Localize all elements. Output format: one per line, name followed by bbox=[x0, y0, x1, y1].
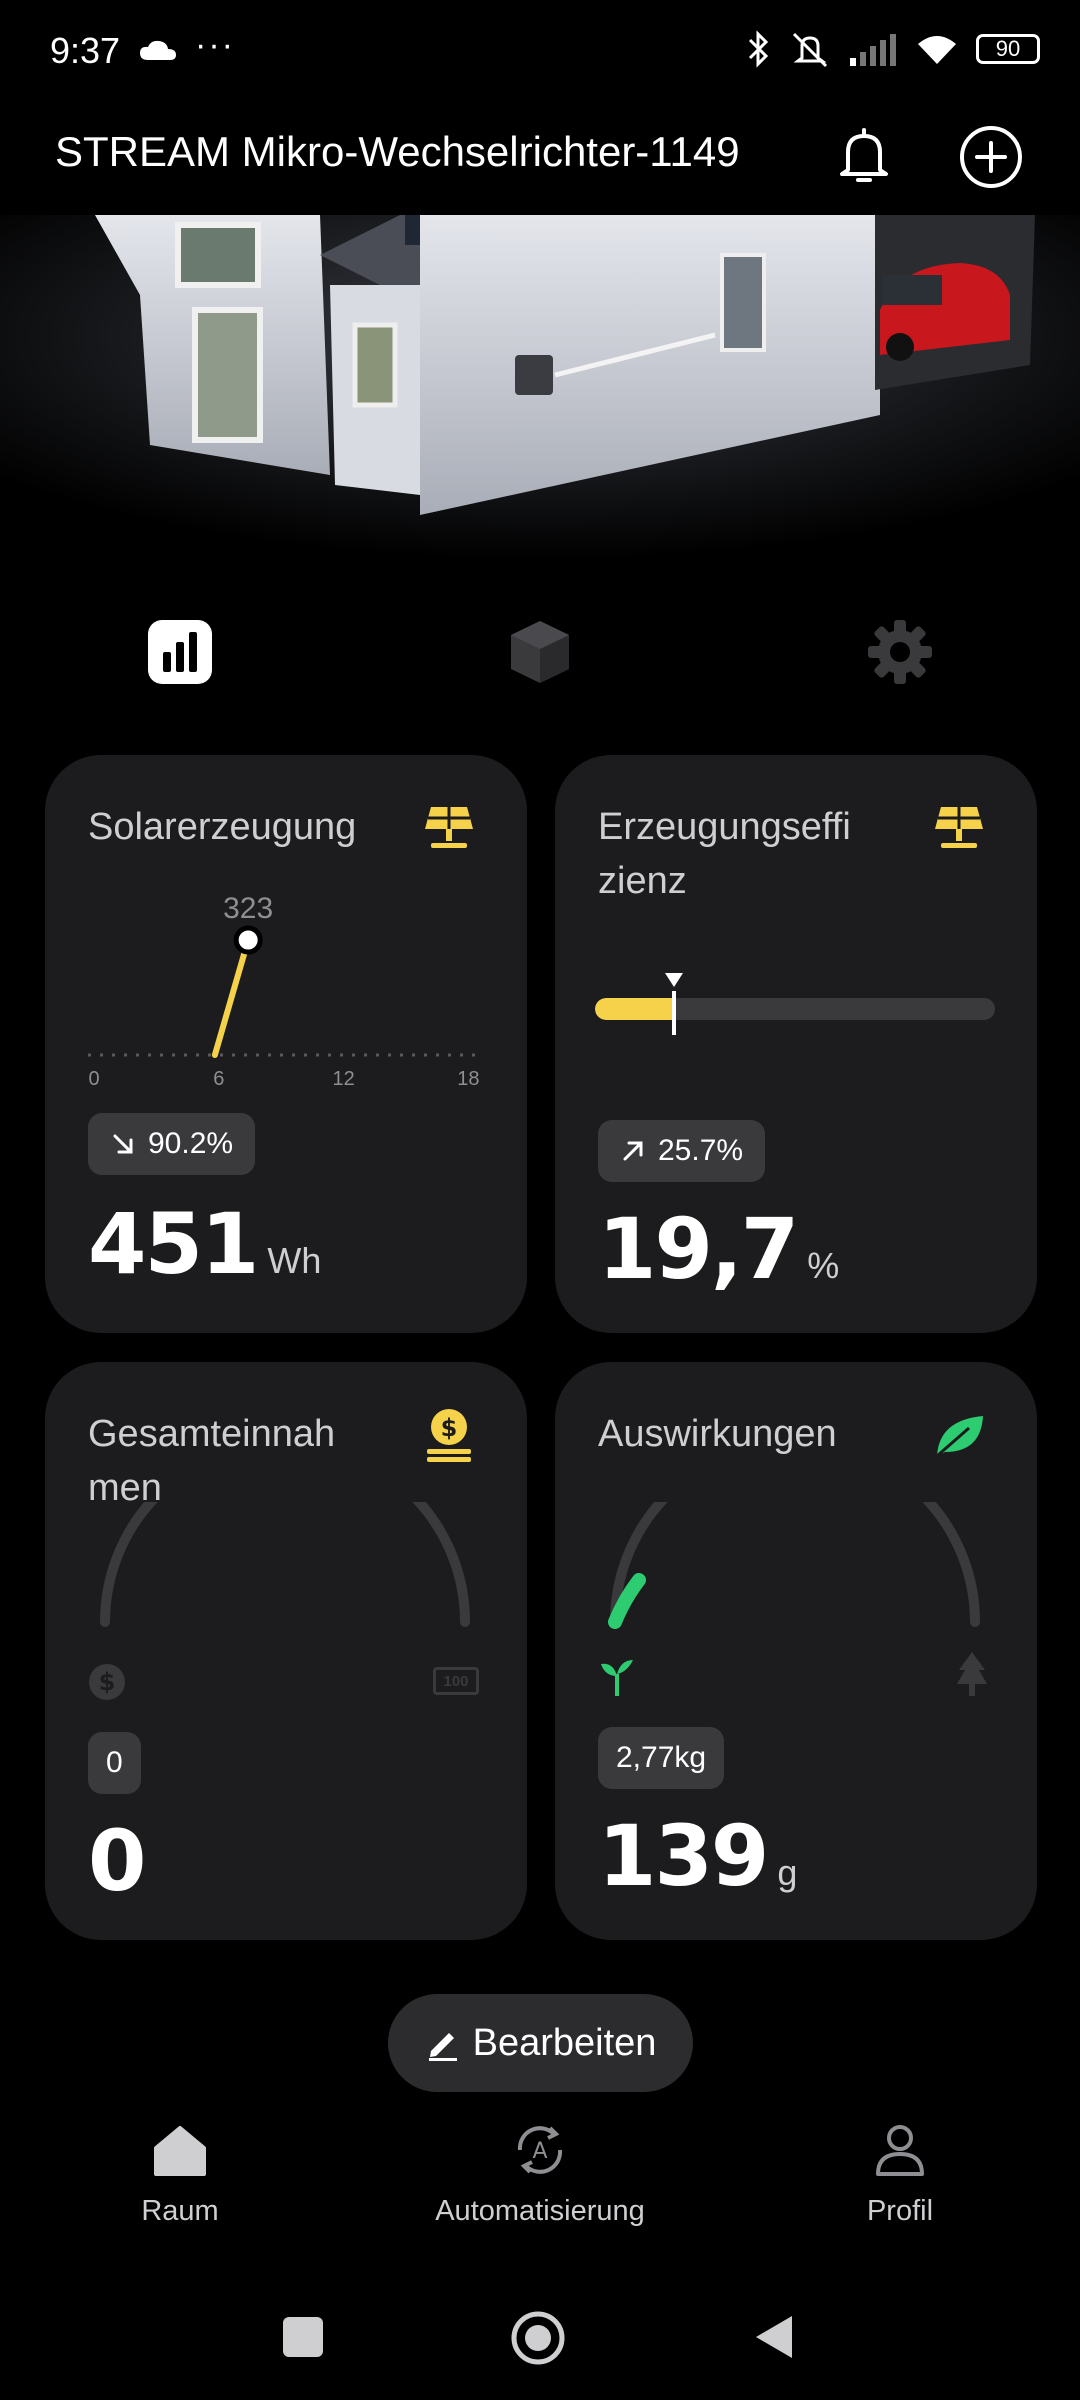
impact-gauge-track bbox=[610, 1502, 980, 1627]
edit-button-label: Bearbeiten bbox=[472, 2021, 657, 2064]
pencil-icon bbox=[428, 2033, 457, 2061]
card-title: Auswirkungen bbox=[598, 1413, 837, 1455]
card-impact[interactable]: Auswirkungen 2,77kg 139 g bbox=[555, 1362, 1037, 1940]
leaf-icon bbox=[936, 1416, 983, 1458]
automation-icon: A bbox=[517, 2126, 563, 2174]
sprout-icon bbox=[601, 1660, 633, 1696]
efficiency-progress-fill bbox=[595, 998, 674, 1020]
nav-item-automation[interactable]: A Automatisierung bbox=[390, 2120, 690, 2228]
nav-item-room[interactable]: Raum bbox=[30, 2120, 330, 2228]
arrow-up-right-icon bbox=[623, 1141, 643, 1161]
nav-label-automation: Automatisierung bbox=[435, 2195, 645, 2227]
back-button[interactable] bbox=[752, 2312, 796, 2362]
gear-icon bbox=[868, 620, 932, 684]
efficiency-change-value: 25.7% bbox=[658, 1134, 744, 1167]
solar-panel-icon bbox=[425, 807, 473, 848]
tab-3d-view[interactable] bbox=[500, 612, 580, 692]
solar-peak-label: 323 bbox=[223, 895, 273, 925]
nav-label-room: Raum bbox=[141, 2195, 219, 2227]
solar-value: 451 bbox=[88, 1195, 259, 1293]
impact-gauge bbox=[608, 1502, 980, 1629]
add-icon[interactable] bbox=[958, 124, 1024, 190]
arrow-down-right-icon bbox=[113, 1134, 133, 1154]
bar-chart-icon bbox=[148, 620, 212, 684]
status-bar: 9:37 ··· 90 bbox=[0, 0, 1080, 110]
solar-value-row: 451 Wh bbox=[88, 1195, 321, 1293]
card-title: Erzeugungseffi zienz bbox=[598, 806, 851, 902]
impact-value-row: 139 g bbox=[598, 1807, 797, 1905]
dollar-icon: $ bbox=[89, 1664, 125, 1700]
x-tick-label: 0 bbox=[88, 1068, 99, 1090]
impact-change-value: 2,77kg bbox=[616, 1741, 707, 1774]
card-title: Gesamteinnah men bbox=[88, 1413, 336, 1509]
signal-icon bbox=[850, 34, 896, 66]
card-solar-generation[interactable]: Solarerzeugung 323 0 6 12 18 90.2% 451 Wh bbox=[45, 755, 527, 1333]
income-change-badge: 0 bbox=[88, 1732, 141, 1794]
tree-icon bbox=[957, 1652, 987, 1696]
bell-icon[interactable] bbox=[832, 124, 896, 188]
efficiency-value-row: 19,7 % bbox=[598, 1200, 839, 1298]
card-title: Solarerzeugung bbox=[88, 806, 357, 848]
bluetooth-icon bbox=[748, 30, 769, 68]
status-icons: 90 bbox=[744, 30, 1040, 68]
efficiency-change-badge: 25.7% bbox=[598, 1120, 766, 1182]
impact-change-badge: 2,77kg bbox=[598, 1727, 725, 1789]
efficiency-value: 19,7 bbox=[598, 1200, 799, 1298]
x-tick-label: 18 bbox=[457, 1068, 479, 1090]
home-icon bbox=[154, 2126, 206, 2176]
cube-icon bbox=[511, 621, 569, 683]
income-value: 0 bbox=[88, 1812, 146, 1910]
efficiency-unit: % bbox=[807, 1245, 840, 1286]
solar-peak-point bbox=[233, 925, 263, 955]
status-time: 9:37 bbox=[50, 30, 121, 71]
solar-unit: Wh bbox=[267, 1240, 322, 1281]
impact-value: 139 bbox=[598, 1807, 769, 1905]
tab-statistics[interactable] bbox=[140, 612, 220, 692]
solar-line-chart: 323 0 6 12 18 bbox=[88, 895, 480, 1090]
x-tick-label: 6 bbox=[213, 1068, 224, 1090]
coin-stack-icon: $ bbox=[427, 1409, 471, 1462]
income-change-value: 0 bbox=[106, 1746, 123, 1779]
edit-button[interactable]: Bearbeiten bbox=[388, 1994, 693, 2092]
person-icon bbox=[876, 2125, 924, 2176]
card-total-income[interactable]: Gesamteinnah men $ $ 100 0 0 bbox=[45, 1362, 527, 1940]
svg-text:$: $ bbox=[441, 1414, 458, 1442]
efficiency-progress-track bbox=[595, 998, 995, 1020]
income-gauge-track bbox=[100, 1502, 470, 1627]
solar-change-badge: 90.2% bbox=[88, 1113, 256, 1175]
wifi-icon bbox=[918, 36, 956, 64]
page-title: STREAM Mikro-Wechselrichter-1149 bbox=[55, 128, 740, 175]
impact-unit: g bbox=[777, 1852, 798, 1893]
silent-mode-icon bbox=[792, 32, 828, 68]
home-button[interactable] bbox=[510, 2310, 566, 2366]
card-generation-efficiency[interactable]: Erzeugungseffi zienz 25.7% 19,7 % bbox=[555, 755, 1037, 1333]
solar-change-value: 90.2% bbox=[148, 1127, 234, 1160]
income-gauge bbox=[100, 1502, 470, 1627]
solar-series-line bbox=[211, 937, 252, 1058]
nav-label-profile: Profil bbox=[866, 2195, 934, 2227]
svg-text:$: $ bbox=[99, 1668, 116, 1696]
recent-apps-button[interactable] bbox=[283, 2317, 323, 2357]
banknote-label: 100 bbox=[443, 1672, 469, 1690]
income-value-row: 0 bbox=[88, 1812, 146, 1910]
x-tick-label: 12 bbox=[332, 1068, 354, 1090]
battery-indicator: 90 bbox=[976, 34, 1040, 64]
nav-item-profile[interactable]: Profil bbox=[750, 2120, 1050, 2228]
solar-panel-icon bbox=[935, 807, 983, 848]
banknote-icon: 100 bbox=[433, 1667, 479, 1695]
svg-text:A: A bbox=[532, 2139, 547, 2164]
house-illustration bbox=[0, 215, 1080, 560]
more-notifications-icon: ··· bbox=[195, 26, 235, 64]
tab-settings[interactable] bbox=[860, 612, 940, 692]
cloud-icon bbox=[140, 40, 176, 60]
